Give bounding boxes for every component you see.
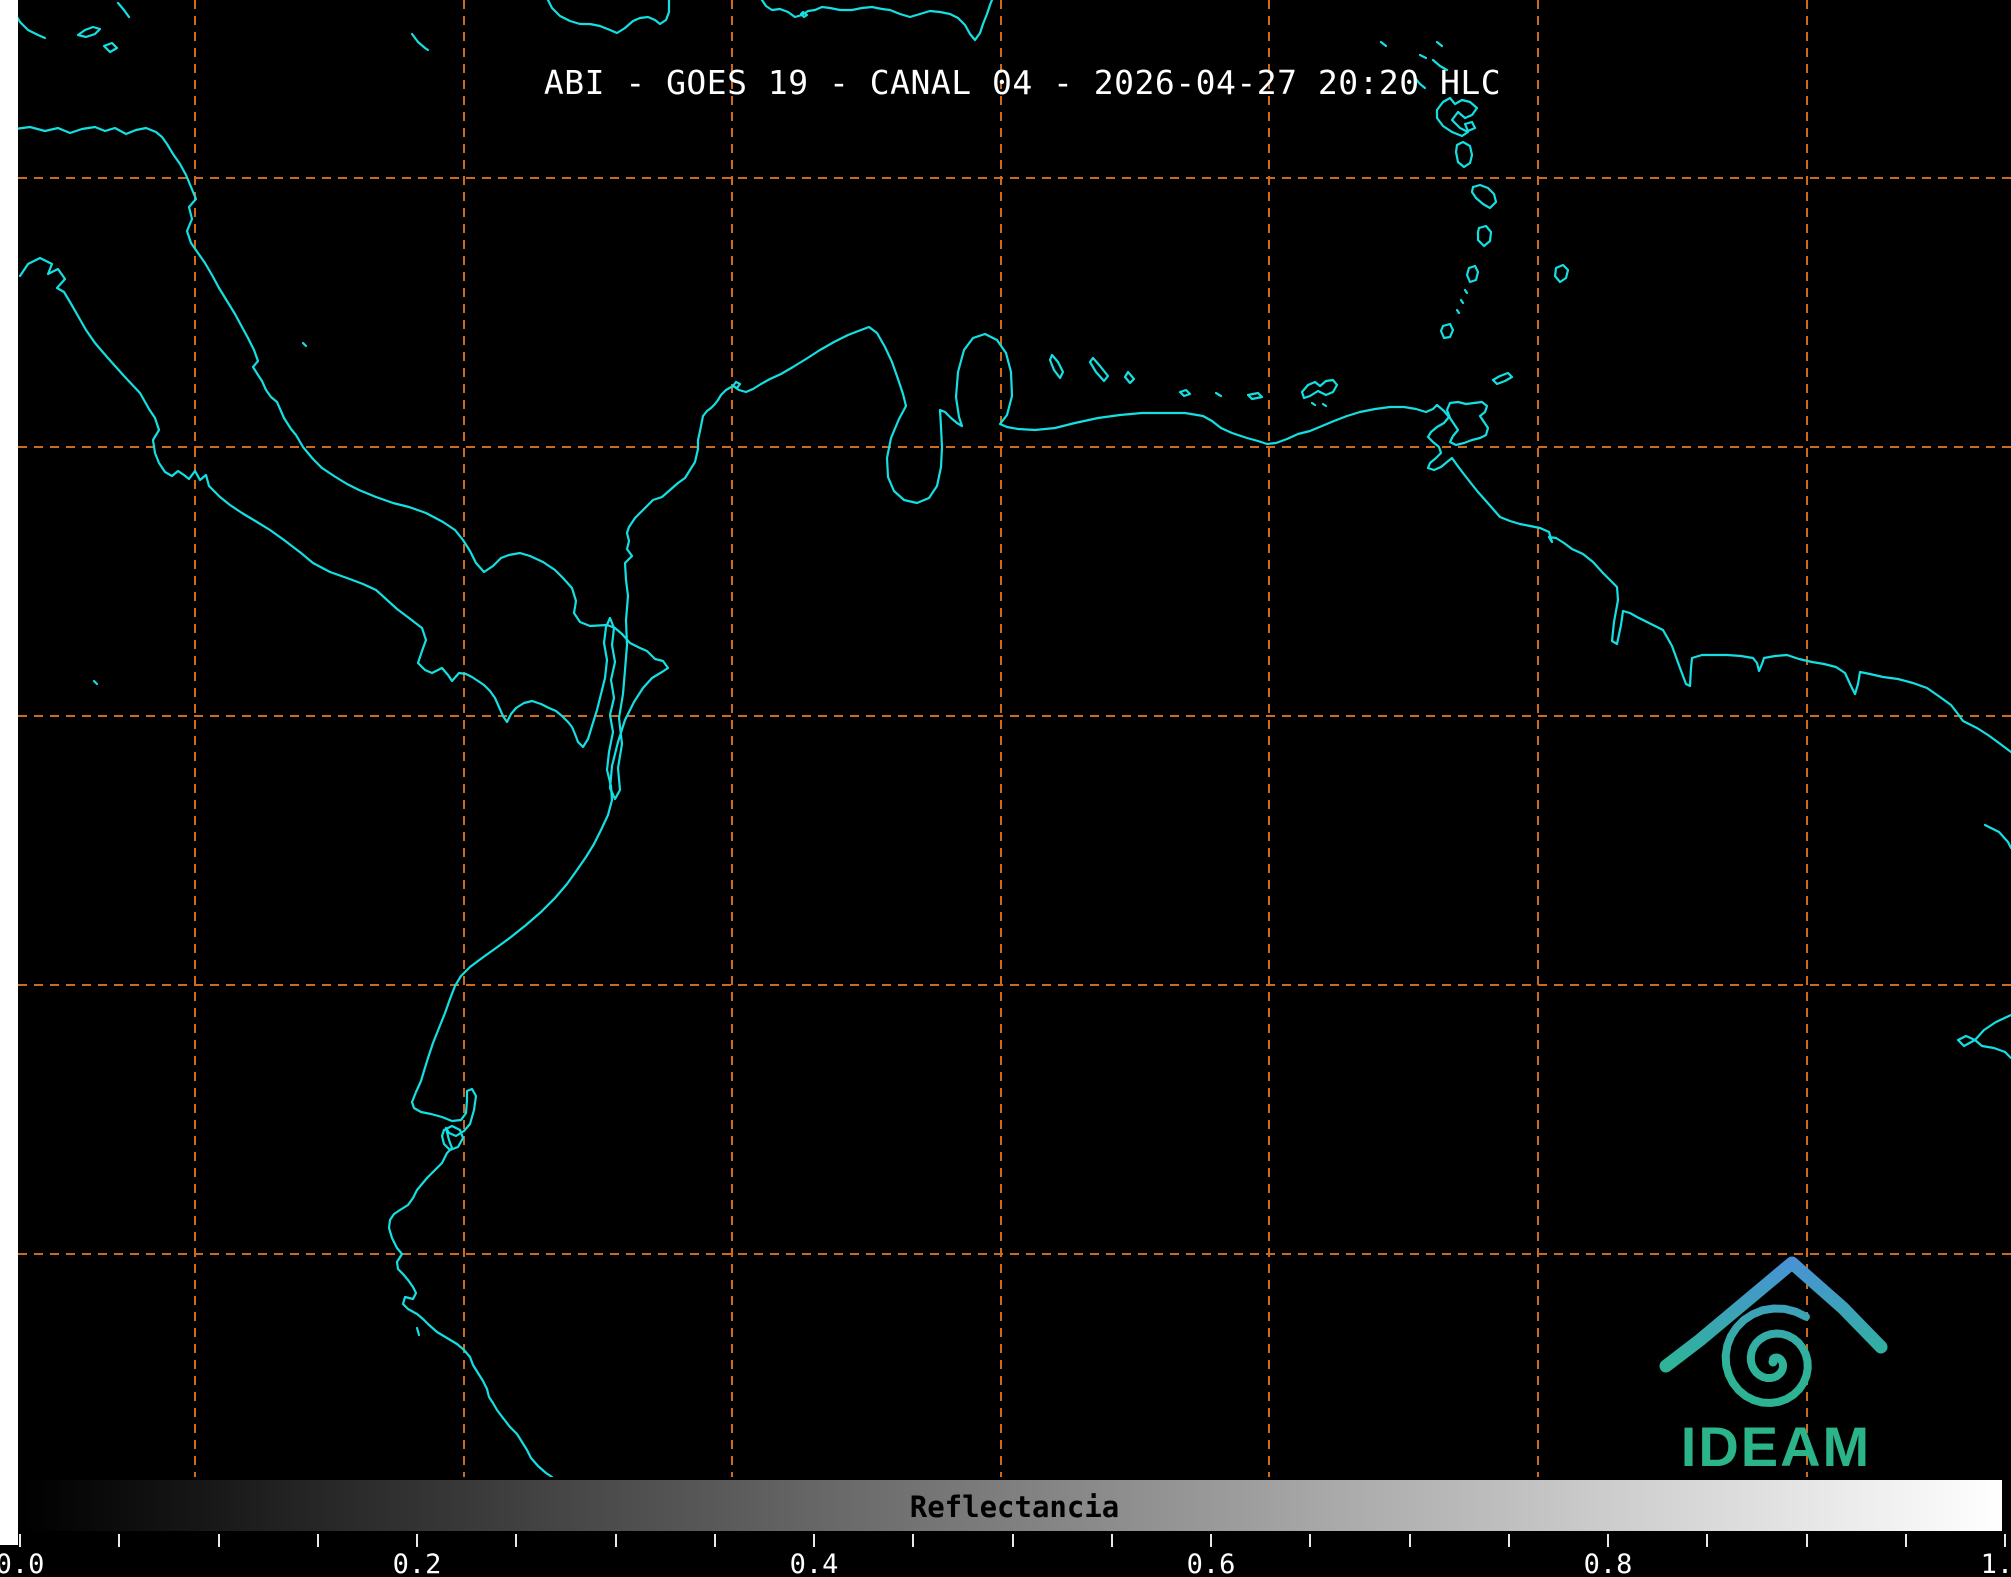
colorbar-tick-label: 0.8 <box>1584 1549 1633 1577</box>
colorbar-tick <box>1409 1534 1411 1547</box>
coastline <box>1456 142 1472 167</box>
colorbar-tick <box>1309 1534 1311 1547</box>
colorbar-tick <box>1607 1534 1609 1547</box>
coastline <box>1090 358 1108 381</box>
colorbar-tick <box>615 1534 617 1547</box>
coastline <box>78 27 100 37</box>
coastline <box>20 258 615 1477</box>
coastline <box>417 1328 419 1335</box>
coastline <box>94 681 97 684</box>
coastline <box>762 0 992 40</box>
colorbar-tick-label: 0.4 <box>790 1549 839 1577</box>
colorbar-tick <box>515 1534 517 1547</box>
ideam-logo: IDEAM <box>1666 1263 1881 1478</box>
coastline <box>1985 825 2011 848</box>
coastline <box>412 34 428 50</box>
coastline <box>1323 404 1326 406</box>
colorbar-tick <box>218 1534 220 1547</box>
ideam-spiral-eye-icon <box>1769 1358 1778 1367</box>
colorbar-tick <box>118 1534 120 1547</box>
satellite-map-canvas: IDEAM <box>0 0 2011 1577</box>
coastline <box>118 3 129 17</box>
colorbar-tick <box>714 1534 716 1547</box>
image-title: ABI - GOES 19 - CANAL 04 - 2026-04-27 20… <box>17 63 2011 102</box>
colorbar-tick <box>813 1534 815 1547</box>
colorbar-tick <box>1806 1534 1808 1547</box>
coastline <box>548 0 669 33</box>
colorbar-tick <box>19 1534 21 1547</box>
coastline <box>1420 55 1426 58</box>
coastline <box>303 343 306 346</box>
colorbar-tick <box>1210 1534 1212 1547</box>
coastline <box>1478 226 1491 246</box>
colorbar-tick <box>317 1534 319 1547</box>
coastline <box>1467 266 1478 282</box>
coastline <box>0 127 2011 799</box>
coastline <box>1125 372 1134 383</box>
goes-satellite-image-viewer: IDEAM ABI - GOES 19 - CANAL 04 - 2026-04… <box>0 0 2011 1577</box>
coastline <box>1465 290 1467 293</box>
colorbar-tick <box>912 1534 914 1547</box>
coastline <box>1461 300 1463 303</box>
colorbar-tick-label: 1.0 <box>1981 1549 2011 1577</box>
colorbar-tick <box>1706 1534 1708 1547</box>
colorbar-tick <box>1905 1534 1907 1547</box>
colorbar-tick <box>1012 1534 1014 1547</box>
colorbar-tick-label: 0.0 <box>0 1549 44 1577</box>
coastline <box>1472 185 1496 208</box>
ideam-mountain-icon <box>1666 1263 1881 1366</box>
coastline <box>1050 355 1063 378</box>
coastline <box>1381 42 1386 46</box>
ideam-logo-text: IDEAM <box>1681 1415 1871 1478</box>
coastline <box>1447 402 1488 445</box>
coastline <box>1465 122 1475 131</box>
colorbar-label: Reflectancia <box>9 1490 2011 1524</box>
colorbar-tick <box>2004 1534 2006 1547</box>
graticule-gridlines <box>18 0 2011 1477</box>
coastline <box>1216 393 1221 396</box>
coastline <box>1457 310 1459 313</box>
colorbar-tick <box>416 1534 418 1547</box>
coastline <box>1975 1015 2011 1058</box>
coastline <box>1437 42 1442 46</box>
coastline <box>1555 265 1568 282</box>
colorbar-tick-label: 0.2 <box>393 1549 442 1577</box>
coastline <box>733 382 740 388</box>
coastline-layer <box>0 0 2011 1477</box>
ideam-hurricane-spiral-icon <box>1726 1309 1808 1404</box>
colorbar-tick <box>1508 1534 1510 1547</box>
coastline <box>1180 390 1190 396</box>
figure-left-margin <box>0 0 18 1545</box>
coastline <box>104 43 117 52</box>
coastline <box>1441 324 1453 338</box>
colorbar-tick-label: 0.6 <box>1187 1549 1236 1577</box>
coastline <box>1248 393 1262 399</box>
coastline <box>1958 1036 1975 1046</box>
colorbar-tick <box>1111 1534 1113 1547</box>
coastline <box>1302 380 1337 398</box>
coastline <box>1312 403 1315 405</box>
coastline <box>1493 373 1512 384</box>
